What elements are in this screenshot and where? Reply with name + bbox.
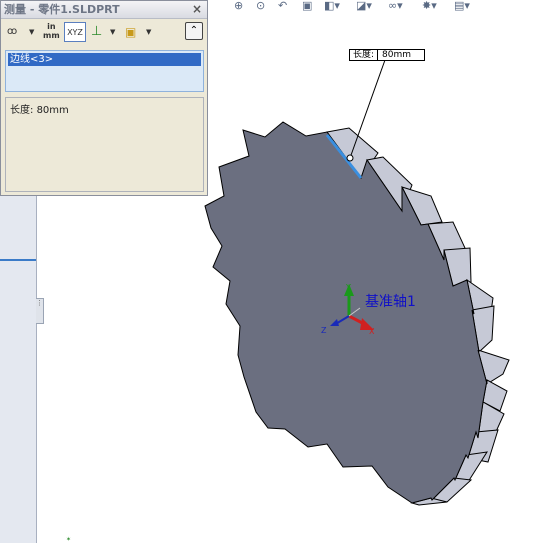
callout-label: 长度: bbox=[350, 50, 379, 60]
previous-view-icon[interactable]: ↶ bbox=[278, 0, 287, 12]
collapse-icon[interactable]: ⌃ bbox=[185, 22, 203, 40]
origin-marker-icon: ✶ bbox=[66, 536, 72, 543]
hide-show-items-icon[interactable]: ∞▾ bbox=[388, 0, 403, 12]
selection-item[interactable]: 边线<3> bbox=[8, 53, 201, 66]
arc-options-icon[interactable]: ꝏ bbox=[7, 22, 17, 42]
measure-dialog: 测量 - 零件1.SLDPRT × ꝏ ▼ in mm XYZ ⊥ ▼ ▣ ▼ … bbox=[0, 0, 208, 196]
triad-y-label: Y bbox=[345, 283, 351, 292]
result-value: 80mm bbox=[36, 105, 69, 116]
leader-anchor bbox=[346, 154, 354, 162]
section-view-icon[interactable]: ▣ bbox=[302, 0, 312, 12]
measure-results: 长度: 80mm bbox=[5, 97, 204, 192]
close-icon[interactable]: × bbox=[192, 1, 202, 18]
appearance-icon[interactable]: ✸▾ bbox=[422, 0, 437, 12]
length-callout[interactable]: 长度: 80mm bbox=[349, 49, 425, 61]
arc-options-dropdown-icon[interactable]: ▼ bbox=[29, 22, 34, 42]
heads-up-toolbar: ⊕ ⊙ ↶ ▣ ◧▾ ◪▾ ∞▾ ✸▾ ▤▾ bbox=[232, 0, 492, 14]
coordinate-dropdown-icon[interactable]: ▼ bbox=[110, 22, 115, 42]
units-precision-button[interactable]: in mm bbox=[43, 22, 60, 42]
zoom-to-fit-icon[interactable]: ⊕ bbox=[234, 0, 243, 12]
triad-z-label: Z bbox=[321, 326, 327, 335]
projection-icon[interactable]: ▣ bbox=[125, 22, 136, 42]
selection-list[interactable]: 边线<3> bbox=[5, 50, 204, 92]
units-bottom: mm bbox=[43, 31, 60, 40]
dialog-toolbar: ꝏ ▼ in mm XYZ ⊥ ▼ ▣ ▼ ⌃ bbox=[1, 19, 207, 45]
display-style-icon[interactable]: ◪▾ bbox=[356, 0, 372, 12]
gear-face[interactable] bbox=[204, 121, 488, 504]
triad-x-label: X bbox=[369, 327, 375, 336]
scene-icon[interactable]: ▤▾ bbox=[454, 0, 470, 12]
result-label: 长度: bbox=[10, 105, 34, 116]
dialog-title: 测量 - 零件1.SLDPRT bbox=[4, 3, 120, 16]
units-top: in bbox=[47, 22, 56, 31]
coordinate-system-icon[interactable]: ⊥ bbox=[91, 22, 102, 42]
datum-axis-label[interactable]: 基准轴1 bbox=[365, 291, 416, 311]
callout-value: 80mm bbox=[382, 50, 412, 60]
dialog-title-bar[interactable]: 测量 - 零件1.SLDPRT × bbox=[1, 1, 207, 19]
xyz-measure-button[interactable]: XYZ bbox=[64, 22, 86, 42]
view-orientation-icon[interactable]: ◧▾ bbox=[324, 0, 340, 12]
zoom-to-area-icon[interactable]: ⊙ bbox=[256, 0, 265, 12]
projection-dropdown-icon[interactable]: ▼ bbox=[146, 22, 151, 42]
